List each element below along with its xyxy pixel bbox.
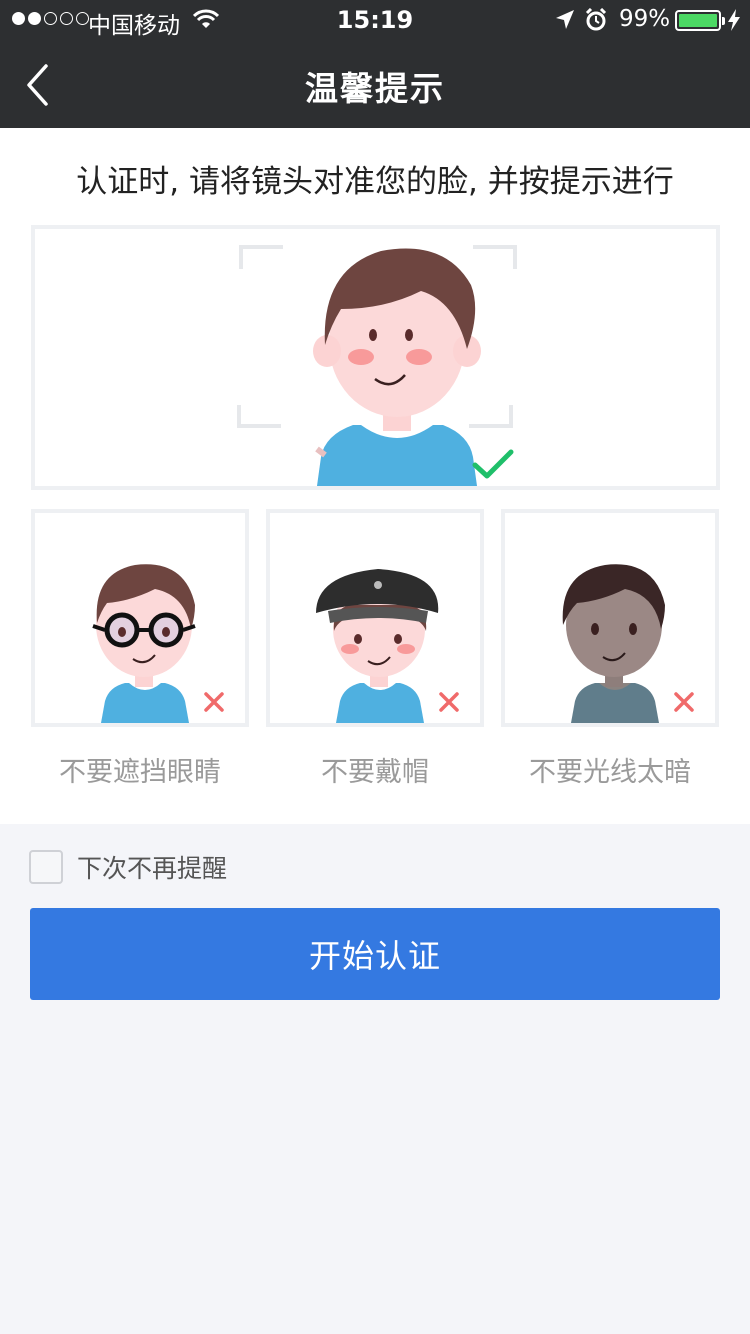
instruction-text: 认证时, 请将镜头对准您的脸, 并按提示进行 bbox=[76, 164, 674, 200]
caption-no-hat: 不要戴帽 bbox=[321, 757, 429, 788]
top-bar: 中国移动 15:19 99% 温馨提示 bbox=[0, 0, 750, 128]
caption-no-dark-light: 不要光线太暗 bbox=[529, 757, 691, 788]
checkmark-icon bbox=[472, 449, 514, 479]
start-verification-button[interactable]: 开始认证 bbox=[30, 908, 720, 1000]
cross-icon bbox=[674, 692, 694, 712]
correct-example-card bbox=[31, 225, 720, 490]
alarm-clock-icon bbox=[585, 7, 607, 38]
location-arrow-icon bbox=[555, 9, 575, 37]
caption-no-cover-eyes: 不要遮挡眼睛 bbox=[59, 757, 221, 788]
cross-icon bbox=[439, 692, 459, 712]
example-card-glasses bbox=[31, 509, 249, 727]
page-title: 温馨提示 bbox=[305, 69, 445, 108]
dont-remind-label: 下次不再提醒 bbox=[77, 854, 228, 883]
charging-bolt-icon bbox=[727, 8, 741, 38]
face-frame-illustration bbox=[237, 245, 517, 486]
example-card-hat bbox=[266, 509, 484, 727]
dont-remind-again-option[interactable]: 下次不再提醒 bbox=[29, 849, 227, 885]
guide-panel: 认证时, 请将镜头对准您的脸, 并按提示进行 不要遮挡眼睛 不要戴帽 不要光线太… bbox=[0, 128, 750, 824]
battery-percent: 99% bbox=[619, 6, 671, 32]
battery-icon bbox=[675, 10, 725, 31]
cross-icon bbox=[204, 692, 224, 712]
example-card-dark bbox=[501, 509, 719, 727]
status-bar: 中国移动 15:19 99% bbox=[0, 0, 750, 40]
dont-remind-checkbox[interactable] bbox=[29, 850, 63, 884]
